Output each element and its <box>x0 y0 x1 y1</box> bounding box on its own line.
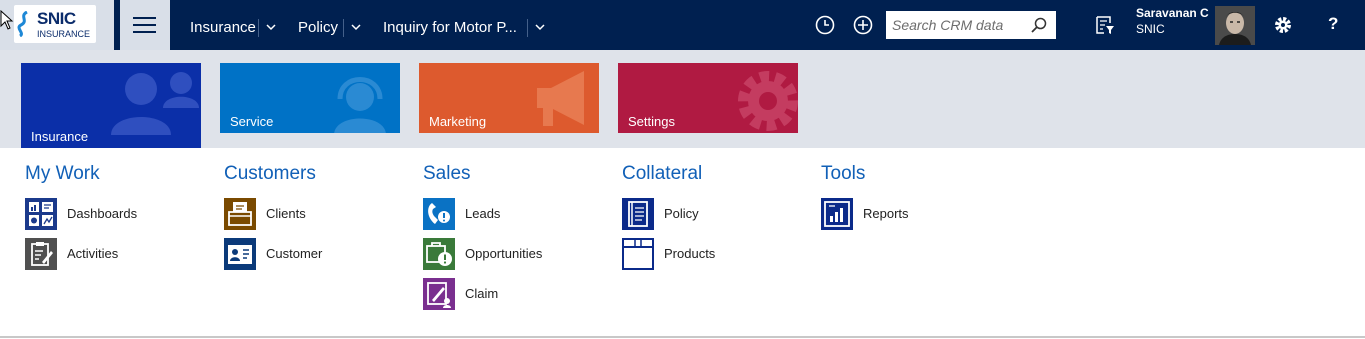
search-box[interactable] <box>886 11 1056 39</box>
tile-label: Marketing <box>429 114 487 129</box>
chevron-down-icon[interactable] <box>535 22 545 32</box>
nav-item-leads[interactable]: Leads <box>423 198 613 230</box>
nav-item-customer[interactable]: Customer <box>224 238 414 270</box>
group-title: Customers <box>224 163 316 184</box>
nav-item-label: Opportunities <box>465 246 543 261</box>
nav-item-label: Customer <box>266 246 323 261</box>
user-name[interactable]: Saravanan C <box>1136 6 1209 20</box>
breadcrumb-insurance[interactable]: Insurance <box>190 0 256 50</box>
recent-history-icon[interactable] <box>814 14 836 36</box>
user-photo <box>1215 6 1255 45</box>
megaphone-icon <box>537 71 584 126</box>
dashboard-icon <box>25 198 57 230</box>
tile-marketing[interactable]: Marketing <box>419 63 599 133</box>
nav-item-policy[interactable]: Policy <box>622 198 812 230</box>
tile-label: Insurance <box>31 129 89 144</box>
group-title: Collateral <box>622 163 703 184</box>
search-input[interactable] <box>886 11 1032 39</box>
people-icon <box>111 72 199 135</box>
gear-icon <box>738 71 798 131</box>
chevron-down-icon[interactable] <box>266 22 276 32</box>
folder-icon <box>224 198 256 230</box>
nav-item-label: Activities <box>67 246 119 261</box>
mouse-cursor-icon <box>0 10 14 30</box>
advanced-find-icon[interactable] <box>1094 14 1116 36</box>
top-nav-bar: SNIC INSURANCE Insurance Policy Inquiry … <box>0 0 1365 50</box>
divider <box>0 336 1365 338</box>
box-icon <box>622 238 654 270</box>
nav-item-opportunities[interactable]: Opportunities <box>423 238 613 270</box>
nav-item-label: Leads <box>465 206 501 221</box>
nav-item-label: Claim <box>465 286 499 301</box>
chevron-down-icon[interactable] <box>351 22 361 32</box>
user-organization: SNIC <box>1136 22 1165 36</box>
claim-icon <box>423 278 455 310</box>
breadcrumb-record[interactable]: Inquiry for Motor P... <box>383 0 517 50</box>
nav-item-dashboards[interactable]: Dashboards <box>25 198 215 230</box>
logo-swirl-icon <box>17 11 28 37</box>
settings-gear-icon[interactable] <box>1272 14 1294 36</box>
logo-area[interactable]: SNIC INSURANCE <box>0 0 114 50</box>
nav-item-label: Clients <box>266 206 306 221</box>
tile-service[interactable]: Service <box>220 63 400 133</box>
nav-item-clients[interactable]: Clients <box>224 198 414 230</box>
report-icon <box>821 198 853 230</box>
logo-text-line1: SNIC <box>37 9 76 28</box>
company-logo: SNIC INSURANCE <box>14 5 96 43</box>
nav-item-products[interactable]: Products <box>622 238 812 270</box>
area-tiles-band: Insurance Service Marketing Settings <box>0 50 1365 148</box>
nav-item-label: Reports <box>863 206 909 221</box>
create-new-icon[interactable] <box>852 14 874 36</box>
headset-icon <box>334 77 386 133</box>
nav-item-label: Products <box>664 246 716 261</box>
contact-card-icon <box>224 238 256 270</box>
nav-item-activities[interactable]: Activities <box>25 238 215 270</box>
hamburger-menu-button[interactable] <box>120 0 170 50</box>
opportunity-icon <box>423 238 455 270</box>
help-button[interactable]: ? <box>1328 14 1338 34</box>
group-title: Tools <box>821 163 866 184</box>
tile-label: Settings <box>628 114 675 129</box>
phone-icon <box>423 198 455 230</box>
tile-settings[interactable]: Settings <box>618 63 798 133</box>
policy-book-icon <box>622 198 654 230</box>
clipboard-icon <box>25 238 57 270</box>
nav-item-claim[interactable]: Claim <box>423 278 613 310</box>
nav-item-label: Dashboards <box>67 206 138 221</box>
tile-insurance[interactable]: Insurance <box>21 63 201 148</box>
group-title: Sales <box>423 163 471 184</box>
nav-item-label: Policy <box>664 206 699 221</box>
nav-item-reports[interactable]: Reports <box>821 198 1011 230</box>
logo-text-line2: INSURANCE <box>37 29 91 39</box>
breadcrumb-policy[interactable]: Policy <box>298 0 338 50</box>
tile-label: Service <box>230 114 274 129</box>
group-title: My Work <box>25 163 100 184</box>
search-icon[interactable] <box>1030 16 1048 34</box>
avatar[interactable] <box>1215 6 1255 45</box>
